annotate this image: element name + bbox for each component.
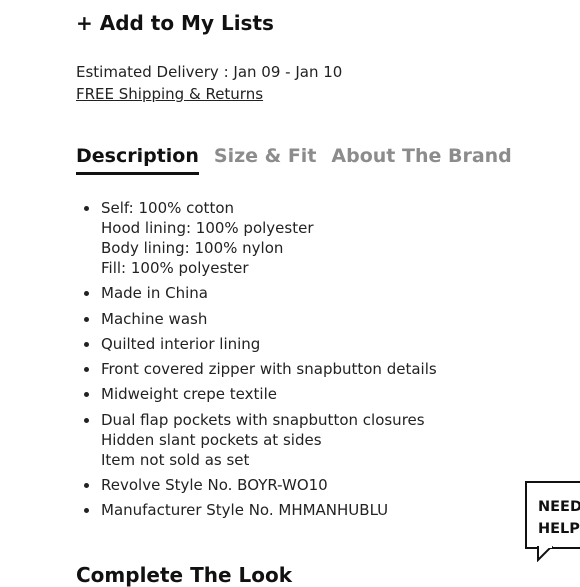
speech-bubble-tail-icon [537, 546, 553, 562]
list-item: Midweight crepe textile [100, 384, 540, 404]
list-item: Dual flap pockets with snapbutton closur… [100, 410, 540, 470]
list-item-line: Self: 100% cotton [101, 199, 235, 217]
list-item-line: Hidden slant pockets at sides [101, 430, 322, 449]
list-item: Self: 100% cotton Hood lining: 100% poly… [100, 198, 540, 278]
tab-about-the-brand[interactable]: About The Brand [331, 145, 511, 172]
need-help-line-2: HELP [538, 521, 580, 537]
list-item-line: Body lining: 100% nylon [101, 239, 284, 257]
list-item-line: Midweight crepe textile [101, 385, 277, 404]
list-item-line: Hood lining: 100% polyester [101, 219, 314, 237]
add-to-my-lists-link[interactable]: + Add to My Lists [76, 11, 274, 35]
estimated-delivery-text: Estimated Delivery : Jan 09 - Jan 10 [76, 63, 343, 81]
list-item-line: Item not sold as set [101, 450, 250, 469]
list-item-line: Front covered zipper with snapbutton det… [101, 360, 437, 379]
list-item-line: Dual flap pockets with snapbutton closur… [101, 410, 425, 429]
free-shipping-returns-link[interactable]: FREE Shipping & Returns [76, 85, 263, 103]
list-item: Made in China [100, 283, 540, 303]
tab-size-fit[interactable]: Size & Fit [214, 145, 317, 172]
list-item: Manufacturer Style No. MHMANHUBLU [100, 500, 540, 520]
list-item: Machine wash [100, 309, 540, 329]
list-item: Front covered zipper with snapbutton det… [100, 359, 540, 379]
list-item-line: Fill: 100% polyester [101, 259, 249, 277]
list-item-line: Quilted interior lining [101, 334, 261, 353]
complete-the-look-heading: Complete The Look [76, 563, 293, 587]
product-info-tabs: Description Size & Fit About The Brand [76, 145, 527, 175]
need-help-line-1: NEED [538, 499, 580, 515]
list-item-line: Machine wash [101, 309, 208, 328]
list-item-line: Revolve Style No. BOYR-WO10 [101, 476, 328, 495]
list-item: Revolve Style No. BOYR-WO10 [100, 475, 540, 495]
tab-description[interactable]: Description [76, 145, 199, 175]
list-item: Quilted interior lining [100, 334, 540, 354]
list-item-line: Manufacturer Style No. MHMANHUBLU [101, 501, 389, 520]
description-list: Self: 100% cotton Hood lining: 100% poly… [80, 198, 540, 526]
need-help-chat-button[interactable]: NEED HELP [525, 481, 580, 549]
list-item-line: Made in China [101, 284, 208, 303]
